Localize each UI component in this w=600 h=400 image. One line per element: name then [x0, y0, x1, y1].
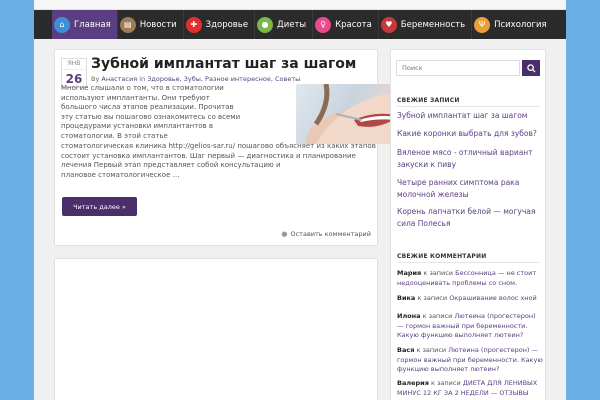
recent-post-line: Зубной имплантат шаг за шагом — [397, 111, 528, 120]
comment-line: ДИЕТА ДЛЯ ЛЕНИВЫХ — [462, 379, 538, 387]
post-excerpt-continued: стоматологическая клиника http://gelios-… — [61, 142, 377, 180]
beauty-icon: ♀ — [315, 16, 332, 33]
comment-author[interactable]: Вика — [397, 294, 415, 302]
nav-item-home[interactable]: ⌂ Главная — [52, 10, 118, 39]
post-card-empty — [54, 258, 378, 400]
excerpt-line: состоит установка имплантантов. Шаг перв… — [61, 151, 356, 160]
nav-item-label: Красота — [335, 19, 372, 30]
recent-comments-title: СВЕЖИЕ КОММЕНТАРИИ — [397, 253, 487, 260]
recent-post-link[interactable]: Какие коронки выбрать для зубов? — [397, 128, 543, 140]
comment-author[interactable]: Илона — [397, 312, 421, 320]
comment-to: к записи — [417, 294, 448, 302]
nav-item-label: Главная — [74, 19, 111, 30]
recent-post-line: сила Полесья — [397, 218, 451, 228]
comment-to: к записи — [430, 379, 461, 387]
comment-to: к записи — [416, 346, 447, 354]
recent-comment: Илона к записи Лютеина (прогестерон) — г… — [397, 312, 543, 341]
post-date-month: ЯНВ — [62, 59, 86, 70]
nav-item-label: Диеты — [277, 19, 307, 30]
home-icon: ⌂ — [54, 16, 70, 33]
recent-post-line: Корень лапчатки белой — могучая — [397, 207, 536, 216]
comment-line: гормон важный при беременности. Какую — [397, 355, 543, 364]
excerpt-line: большого числа этапов реализации. Прочит… — [61, 103, 234, 112]
news-icon: ▤ — [119, 16, 136, 33]
recent-comment: Валерия к записи ДИЕТА ДЛЯ ЛЕНИВЫХ МИНУС… — [397, 379, 543, 398]
recent-post-link[interactable]: Четыре ранних симптома рака молочной жел… — [397, 177, 543, 200]
widget-divider — [397, 106, 540, 107]
psychology-icon: Ψ — [474, 16, 491, 33]
nav-item-news[interactable]: ▤ Новости — [118, 10, 184, 39]
comment-line: МИНУС 12 КГ ЗА 2 НЕДЕЛИ — ОТЗЫВЫ — [397, 388, 529, 397]
comment-line: Бессонница — не стоит — [455, 269, 537, 277]
main-nav: ⌂ Главная ▤ Новости ✚ Здоровье ● Диеты ♀… — [34, 10, 566, 39]
comment-author[interactable]: Вася — [397, 346, 414, 354]
nav-item-health[interactable]: ✚ Здоровье — [184, 10, 256, 39]
recent-comment: Вика к записи Окрашивание волос хной — [397, 294, 543, 304]
comment-bubble-icon: ● — [281, 230, 288, 238]
post-categories-link[interactable]: Здоровье, Зубы, Разное интересное, Совет… — [147, 75, 300, 83]
recent-post-line: молочной железы — [397, 189, 469, 199]
excerpt-line: эту статью вы пошагово ознакомитесь со в… — [61, 112, 241, 121]
comment-to: к записи — [422, 312, 453, 320]
comment-line: функцию выполняет лютеин? — [397, 365, 500, 373]
excerpt-line: процедурами установки имплантантов в — [61, 122, 214, 131]
recent-comment: Вася к записи Лютеина (прогестерон) — го… — [397, 346, 543, 375]
recent-post-line: Четыре ранних симптома рака — [397, 178, 520, 187]
apple-icon: ● — [257, 16, 274, 33]
post-excerpt: Многие слышали о том, что в стоматологии… — [61, 84, 293, 142]
comment-line: недооценивать проблемы со сном. — [397, 278, 518, 287]
comment-line: Лютеина (прогестерон) — — [448, 346, 539, 354]
leave-comment-link[interactable]: ● Оставить комментарий — [281, 230, 371, 238]
recent-post-link[interactable]: Корень лапчатки белой — могучая сила Пол… — [397, 206, 543, 229]
excerpt-line: используют имплантанты. Они требуют — [61, 93, 210, 102]
nav-item-psychology[interactable]: Ψ Психология — [472, 10, 553, 39]
comment-author[interactable]: Валерия — [397, 379, 429, 387]
comment-author[interactable]: Мария — [397, 269, 421, 277]
recent-post-line: закуски к пиву — [397, 159, 457, 169]
search-input[interactable] — [396, 60, 520, 76]
excerpt-line: стоматологическая клиника http://gelios-… — [61, 142, 376, 150]
recent-post-line: Какие коронки выбрать для зубов? — [397, 129, 537, 138]
leave-comment-label: Оставить комментарий — [290, 230, 371, 238]
nav-item-label: Новости — [139, 19, 177, 30]
search-form — [396, 60, 540, 76]
nav-item-pregnancy[interactable]: ♥ Беременность — [379, 10, 473, 39]
excerpt-line: плановое стоматологическое … — [61, 170, 180, 179]
post-card: ЯНВ 26 Зубной имплантат шаг за шагом By … — [54, 49, 424, 246]
read-more-button[interactable]: Читать далее » — [62, 197, 137, 216]
excerpt-line: Многие слышали о том, что в стоматологии — [61, 84, 224, 92]
post-meta: By Анастасия in Здоровье, Зубы, Разное и… — [91, 75, 300, 83]
recent-post-link[interactable]: Зубной имплантат шаг за шагом — [397, 110, 543, 122]
excerpt-line: лечения Первый этап представляет собой к… — [61, 161, 281, 170]
recent-post-link[interactable]: Вяленое мясо - отличный вариант закуски … — [397, 147, 543, 170]
excerpt-line: стоматологии. В этой статье — [61, 131, 168, 140]
recent-posts-title: СВЕЖИЕ ЗАПИСИ — [397, 97, 460, 104]
meta-by: By — [91, 75, 100, 83]
nav-item-label: Беременность — [400, 19, 466, 30]
nav-item-beauty[interactable]: ♀ Красота — [313, 10, 379, 39]
post-title[interactable]: Зубной имплантат шаг за шагом — [91, 56, 356, 72]
comment-post-link[interactable]: Окрашивание волос хной — [449, 294, 537, 302]
meta-in: in — [139, 75, 146, 83]
nav-item-diets[interactable]: ● Диеты — [255, 10, 314, 39]
nav-item-label: Психология — [494, 19, 547, 30]
comment-to: к записи — [423, 269, 454, 277]
post-author-link[interactable]: Анастасия — [101, 75, 137, 83]
comment-line: функцию выполняет лютеин? — [420, 331, 524, 339]
pregnancy-icon: ♥ — [380, 16, 397, 33]
health-cross-icon: ✚ — [185, 16, 202, 33]
top-bar — [34, 0, 566, 10]
recent-post-line: Вяленое мясо - отличный вариант — [397, 148, 533, 157]
search-button[interactable] — [522, 60, 540, 76]
recent-comment: Мария к записи Бессонница — не стоит нед… — [397, 269, 543, 288]
search-icon — [526, 63, 536, 73]
nav-item-label: Здоровье — [205, 19, 249, 30]
widget-divider — [397, 262, 540, 263]
